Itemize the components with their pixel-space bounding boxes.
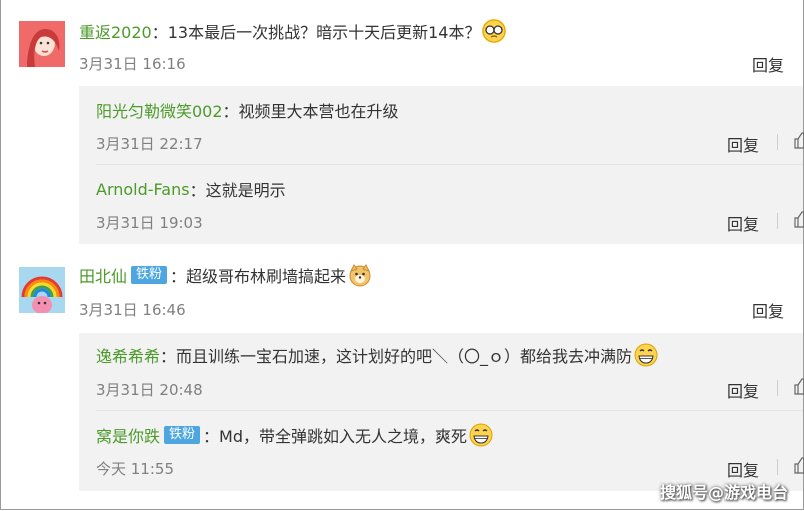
thumbs-up-icon[interactable] [794,456,804,474]
thumbs-up-icon[interactable] [794,377,804,395]
comment-timestamp: 3月31日 16:16 [79,55,186,73]
comment-username[interactable]: 田北仙 [79,263,127,287]
reply-button[interactable]: 回复 [727,211,759,235]
reply-timestamp: 今天 11:55 [96,460,174,478]
grin-face-icon [469,423,493,447]
watermark: 搜狐号@游戏电台 [659,483,788,502]
reply-text: ：而且训练一宝石加速，这计划好的吧＼（〇_ｏ）都给我去冲满防 [160,347,633,366]
user-avatar[interactable] [19,21,65,67]
reply-divider [96,410,803,411]
thumbs-up-icon[interactable] [794,131,804,149]
reply-button[interactable]: 回复 [727,378,759,402]
reply-username[interactable]: Arnold-Fans [96,180,190,199]
reply-text: ：视频里大本营也在升级 [222,102,399,121]
divider [777,380,778,396]
doge-face-icon [348,263,372,287]
reply-text: ：这就是明示 [189,181,286,200]
divider [777,459,778,475]
divider [777,134,778,150]
thumbs-up-icon[interactable] [794,210,804,228]
grin-face-icon [634,343,658,367]
reply-username[interactable]: 逸希希希 [96,343,160,367]
reply-button[interactable]: 回复 [752,52,784,76]
comment-timestamp: 3月31日 16:46 [79,301,186,319]
comment-username[interactable]: 重返2020 [79,19,152,43]
comment-text: ：13本最后一次挑战？暗示十天后更新14本？ [151,23,481,42]
fan-badge: 铁粉 [164,426,201,444]
reply-timestamp: 3月31日 22:17 [96,135,203,153]
fan-badge: 铁粉 [131,266,168,284]
reply-username[interactable]: 阳光匀勒微笑002 [96,98,223,122]
reply-text: ：Md，带全弹跳如入无人之境，爽死 [203,427,467,446]
reply-button[interactable]: 回复 [727,132,759,156]
reply-timestamp: 3月31日 20:48 [96,381,203,399]
reply-divider [96,164,803,165]
glasses-face-icon [482,19,507,43]
user-avatar[interactable] [19,267,65,313]
divider [777,213,778,229]
reply-button[interactable]: 回复 [752,298,784,322]
reply-button[interactable]: 回复 [727,457,759,481]
reply-username[interactable]: 窝是你跌 [96,423,160,447]
comment-text: ：超级哥布林刷墙搞起来 [170,267,347,286]
reply-timestamp: 3月31日 19:03 [96,214,203,232]
